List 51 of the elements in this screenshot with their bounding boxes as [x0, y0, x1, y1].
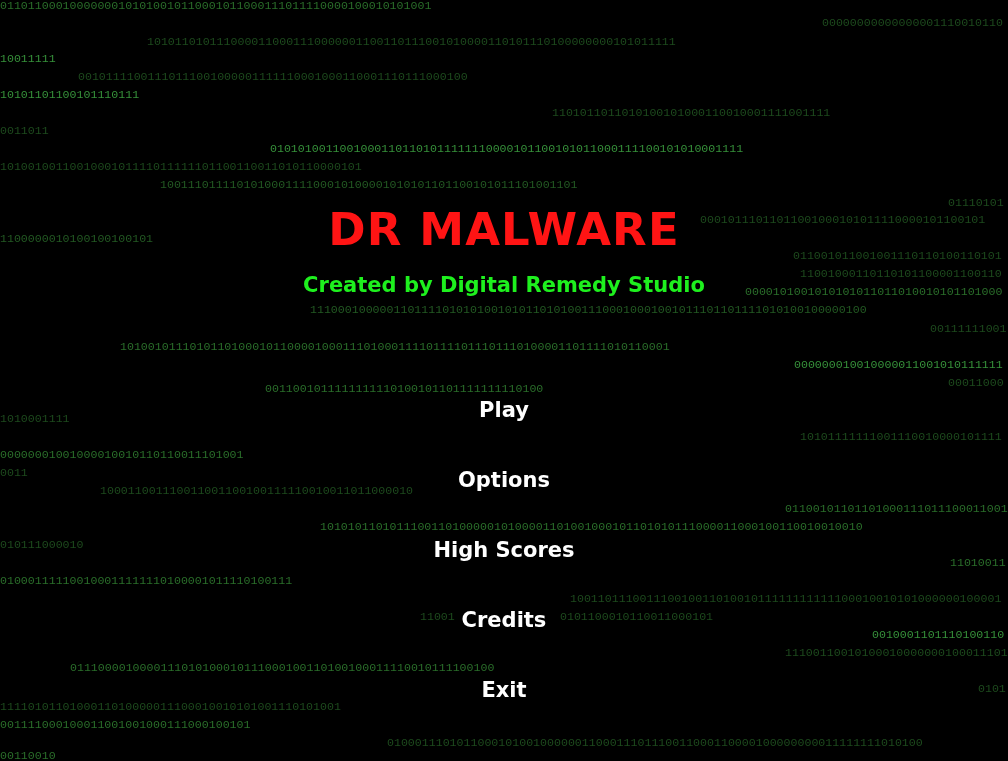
binary-text: 1010010011001000101111011111101100110011010110000101 — [0, 161, 362, 173]
binary-text: 1010010111010110100010110000100011101000111101111011101110100001101111010110001 — [120, 341, 670, 353]
binary-text: 0011011 — [0, 125, 49, 137]
binary-text: 0011001011111111110100101101111111110100 — [265, 383, 544, 395]
binary-text: 00101111001110111001000001111110001000110001110111000100 — [78, 71, 468, 83]
binary-text: 01110101 — [948, 197, 1004, 209]
binary-text: 00011000 — [948, 377, 1004, 389]
menu-item[interactable]: Credits — [457, 607, 551, 633]
binary-text: 0101 — [978, 683, 1006, 695]
binary-text: 01100101101101000111011100011001 — [785, 503, 1008, 515]
binary-text: 10011111 — [0, 53, 56, 65]
binary-text: 11010011 — [950, 557, 1006, 569]
menu-item[interactable]: High Scores — [429, 537, 579, 563]
binary-text: 11100010000011011110101010010101101010011100010001001011101101111010100100000100 — [310, 304, 867, 316]
game-title: DR MALWARE — [328, 202, 680, 258]
binary-text: 1111010110100011010000011100010010101001110101001 — [0, 701, 341, 713]
binary-text: 00110010 — [0, 750, 56, 761]
binary-text: 0111000010000111010100010111000100110100100011110010111100100 — [70, 662, 495, 674]
binary-text: 101010110101110011010000010100001101001000101101010111000011000100110010010010 — [320, 521, 863, 533]
binary-text: 00111111001 — [930, 323, 1007, 335]
menu-item[interactable]: Options — [454, 467, 554, 493]
binary-text: 01101100010000000101010010110001011000111011110000100010101001 — [0, 0, 432, 12]
binary-text: 010001111100100011111110100001011110100111 — [0, 575, 293, 587]
binary-text: 11100110010100010000000100011101 — [785, 647, 1008, 659]
binary-text: 0101100010110011000101 — [560, 611, 714, 623]
binary-text: 10011011100111001001101001011111111111100010010101000000100001 — [570, 593, 1002, 605]
binary-text: 011001011001001110110100110101 — [793, 250, 1002, 262]
binary-text: 1010001111 — [0, 413, 70, 425]
binary-text: 10101111111001110010000101111 — [800, 431, 1002, 443]
binary-text: 01010100110010001101101011111110000101100101011000111100101010001111 — [270, 143, 744, 155]
binary-text: 11001 — [420, 611, 455, 623]
binary-text: 01000111010110001010010000001100011101110011000110000100000000011111111010100 — [387, 737, 923, 749]
binary-text: 0000101001010101011011010010101101000 — [745, 286, 1003, 298]
binary-text: 100011001110011001100100111110010011011000010 — [100, 485, 414, 497]
binary-text: 000000010010000011001010111111 — [794, 359, 1003, 371]
binary-text: 10101101100101110111 — [0, 89, 140, 101]
binary-text: 1101011011010100101000110010001111001111 — [552, 107, 831, 119]
binary-text: 010111000010 — [0, 539, 84, 551]
menu-item[interactable]: Play — [475, 397, 533, 423]
binary-text: 0010001101110100110 — [872, 629, 1005, 641]
binary-text: 00010111011011001000101011110000101100101 — [700, 214, 986, 226]
binary-text: 001111000100011001001000111000100101 — [0, 719, 251, 731]
binary-text: 1100000010100100100101 — [0, 233, 154, 245]
binary-text: 100111011110101000111100010100001010101101100101011101001101 — [160, 179, 578, 191]
binary-text: 0011 — [0, 467, 28, 479]
binary-text: 00000001001000010010110110011101001 — [0, 449, 244, 461]
studio-credit: Created by Digital Remedy Studio — [303, 272, 705, 299]
menu-item[interactable]: Exit — [477, 677, 531, 703]
binary-text: 11001000110110101100001100110 — [800, 268, 1002, 280]
binary-text: 1010110101110000110001110000001100110111001010000110101110100000000101011111 — [147, 36, 676, 48]
binary-text: 00000000000000001110010110 — [822, 17, 1003, 29]
